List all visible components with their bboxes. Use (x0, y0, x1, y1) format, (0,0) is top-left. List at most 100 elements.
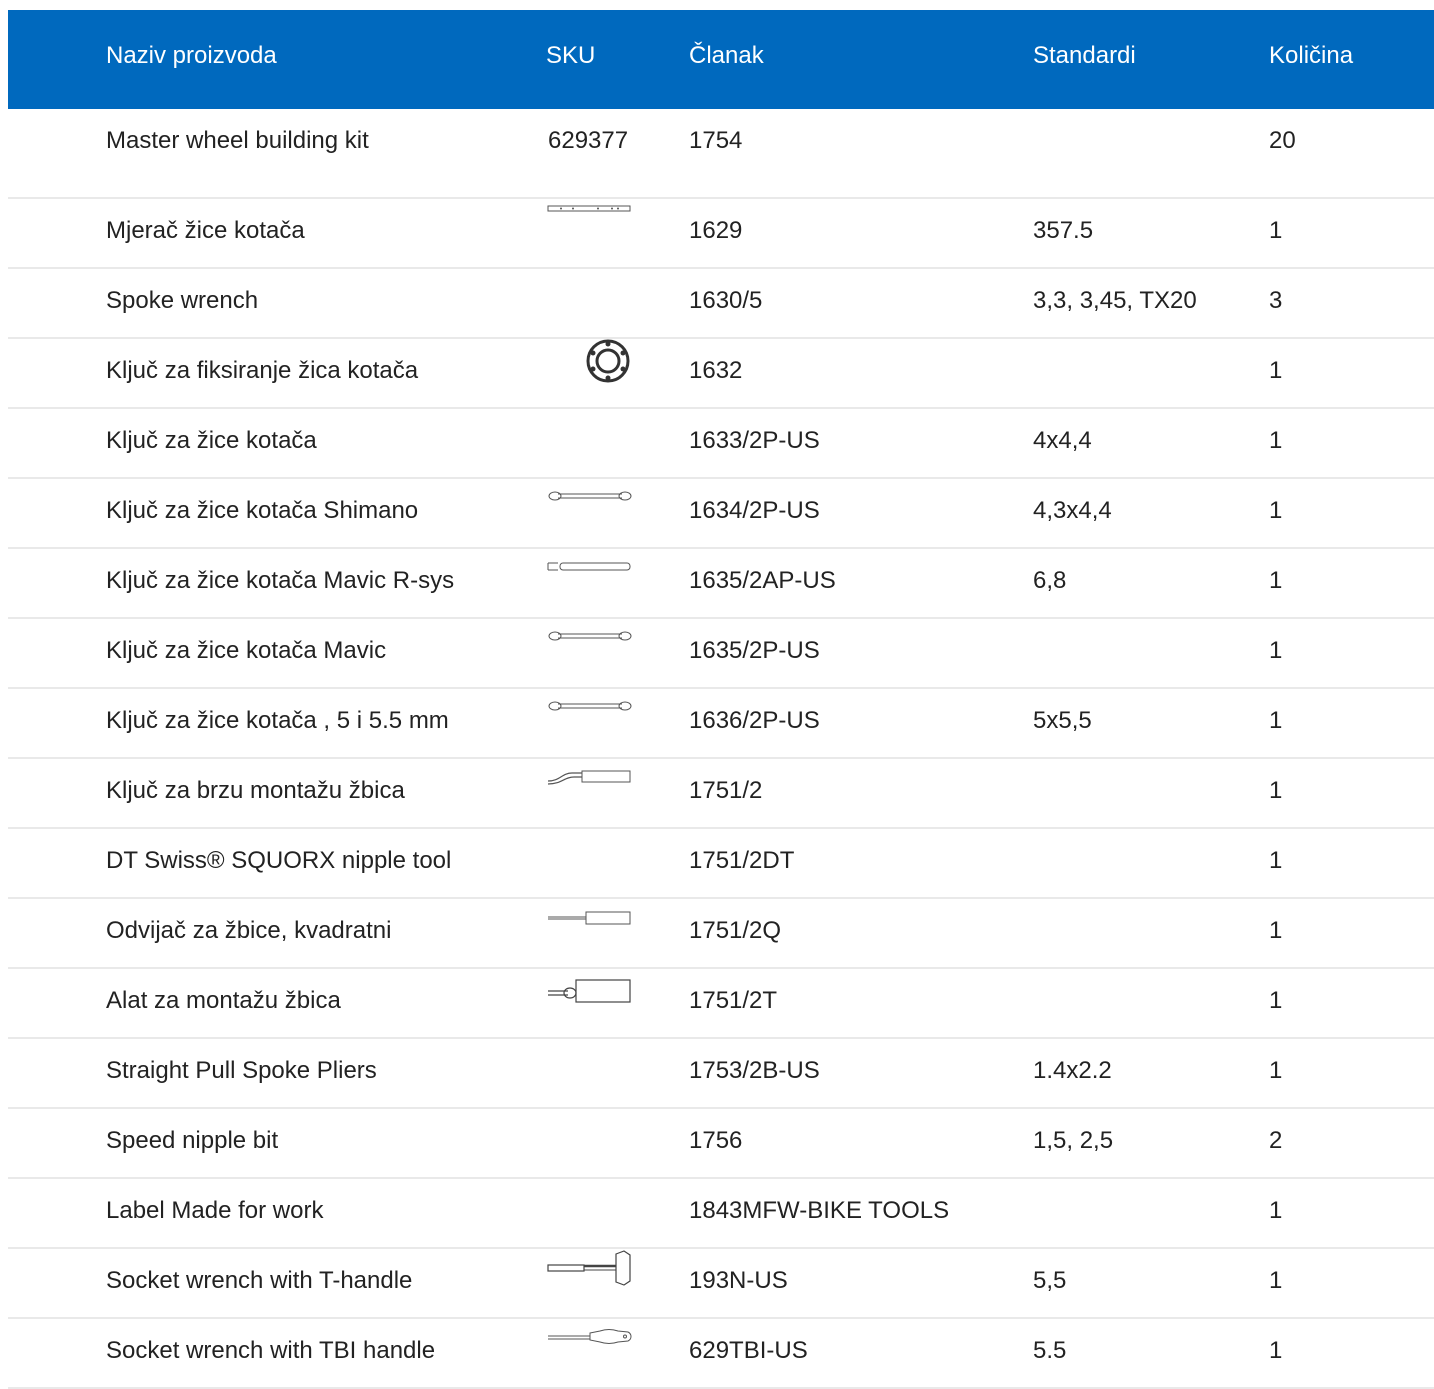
standards-cell: 6,8 (1033, 567, 1067, 594)
qty-cell: 1 (1269, 1197, 1283, 1224)
qty-cell: 1 (1269, 777, 1283, 804)
article-cell: 1632 (689, 357, 743, 384)
table-row[interactable]: Mjerač žice kotača 1629 357.5 1 (8, 199, 1434, 269)
double-wrench-icon (546, 479, 634, 519)
table-row[interactable]: Straight Pull Spoke Pliers 1753/2B-US 1.4x… (8, 1039, 1434, 1109)
qty-cell: 1 (1269, 427, 1283, 454)
qty-cell: 1 (1269, 707, 1283, 734)
article-cell: 1629 (689, 217, 743, 244)
table-row[interactable]: Ključ za fiksiranje žica kotača 1632 1 (8, 339, 1434, 409)
qty-cell: 1 (1269, 567, 1283, 594)
sku-cell: 629377 (548, 127, 629, 154)
table-row[interactable]: Alat za montažu žbica 1751/2T 1 (8, 969, 1434, 1039)
nipple-driver-icon (546, 969, 634, 1009)
product-name-cell[interactable]: Master wheel building kit (106, 127, 369, 155)
table-row[interactable]: Ključ za žice kotača Shimano 1634/2P-US 4,… (8, 479, 1434, 549)
table-row[interactable]: Odvijač za žbice, kvadratni 1751/2Q 1 (8, 899, 1434, 969)
qty-cell: 20 (1269, 127, 1296, 154)
standards-cell: 3,3, 3,45, TX20 (1033, 287, 1197, 314)
header-standards[interactable]: Standardi (1033, 42, 1136, 70)
article-cell: 1635/2AP-US (689, 567, 836, 594)
product-name-cell[interactable]: Label Made for work (106, 1197, 323, 1225)
tbi-handle-wrench-icon (546, 1319, 634, 1359)
product-name-cell[interactable]: DT Swiss® SQUORX nipple tool (106, 847, 451, 875)
product-name-cell[interactable]: Speed nipple bit (106, 1127, 278, 1155)
article-cell: 1751/2T (689, 987, 778, 1014)
table-row[interactable]: Ključ za žice kotača 1633/2P-US 4x4,4 1 (8, 409, 1434, 479)
product-name-cell[interactable]: Alat za montažu žbica (106, 987, 341, 1015)
product-name-cell[interactable]: Straight Pull Spoke Pliers (106, 1057, 377, 1085)
article-cell: 1751/2 (689, 777, 763, 804)
table-row[interactable]: Socket wrench with T-handle 193N-US 5,5 1 (8, 1249, 1434, 1319)
product-name-cell[interactable]: Socket wrench with TBI handle (106, 1337, 435, 1365)
qty-cell: 1 (1269, 1057, 1283, 1084)
article-cell: 1633/2P-US (689, 427, 820, 454)
qty-cell: 1 (1269, 637, 1283, 664)
table-body: Master wheel building kit 629377 1754 20 Mje… (8, 109, 1434, 1389)
product-name-cell[interactable]: Ključ za žice kotača Shimano (106, 497, 418, 525)
header-sku[interactable]: SKU (546, 42, 595, 70)
table-row[interactable]: Ključ za žice kotača Mavic 1635/2P-US 1 (8, 619, 1434, 689)
flat-wrench-icon (546, 549, 634, 589)
table-row[interactable]: DT Swiss® SQUORX nipple tool 1751/2DT 1 (8, 829, 1434, 899)
qty-cell: 1 (1269, 217, 1283, 244)
article-cell: 629TBI-US (689, 1337, 808, 1364)
table-header: Naziv proizvoda SKU Članak Standardi Kol… (8, 10, 1434, 109)
ring-wrench-icon (546, 339, 634, 383)
article-cell: 193N-US (689, 1267, 788, 1294)
standards-cell: 1.4x2.2 (1033, 1057, 1112, 1084)
article-cell: 1634/2P-US (689, 497, 820, 524)
article-cell: 1630/5 (689, 287, 763, 314)
qty-cell: 1 (1269, 1337, 1283, 1364)
product-name-cell[interactable]: Mjerač žice kotača (106, 217, 305, 245)
qty-cell: 1 (1269, 917, 1283, 944)
header-name[interactable]: Naziv proizvoda (106, 42, 277, 70)
table-row[interactable]: Spoke wrench 1630/5 3,3, 3,45, TX20 3 (8, 269, 1434, 339)
product-name-cell[interactable]: Ključ za žice kotača Mavic (106, 637, 386, 665)
qty-cell: 3 (1269, 287, 1283, 314)
product-name-cell[interactable]: Ključ za fiksiranje žica kotača (106, 357, 418, 385)
article-cell: 1756 (689, 1127, 743, 1154)
product-name-cell[interactable]: Odvijač za žbice, kvadratni (106, 917, 391, 945)
article-cell: 1753/2B-US (689, 1057, 820, 1084)
double-wrench-icon (546, 619, 634, 659)
qty-cell: 1 (1269, 497, 1283, 524)
product-table: Naziv proizvoda SKU Članak Standardi Kol… (8, 10, 1434, 1389)
article-cell: 1751/2DT (689, 847, 795, 874)
qty-cell: 2 (1269, 1127, 1283, 1154)
standards-cell: 4,3x4,4 (1033, 497, 1112, 524)
article-cell: 1843MFW-BIKE TOOLS (689, 1197, 950, 1224)
table-row[interactable]: Label Made for work 1843MFW-BIKE TOOLS 1 (8, 1179, 1434, 1249)
standards-cell: 357.5 (1033, 217, 1094, 244)
table-row[interactable]: Ključ za brzu montažu žbica 1751/2 1 (8, 759, 1434, 829)
product-name-cell[interactable]: Ključ za brzu montažu žbica (106, 777, 405, 805)
standards-cell: 5,5 (1033, 1267, 1067, 1294)
article-cell: 1636/2P-US (689, 707, 820, 734)
header-article[interactable]: Članak (689, 42, 764, 70)
standards-cell: 5x5,5 (1033, 707, 1092, 734)
crank-driver-icon (546, 759, 634, 799)
table-row[interactable]: Ključ za žice kotača , 5 i 5.5 mm 1636/2P… (8, 689, 1434, 759)
product-name-cell[interactable]: Ključ za žice kotača , 5 i 5.5 mm (106, 707, 449, 735)
qty-cell: 1 (1269, 987, 1283, 1014)
qty-cell: 1 (1269, 847, 1283, 874)
product-name-cell[interactable]: Spoke wrench (106, 287, 258, 315)
standards-cell: 4x4,4 (1033, 427, 1092, 454)
qty-cell: 1 (1269, 357, 1283, 384)
article-cell: 1754 (689, 127, 743, 154)
screwdriver-icon (546, 899, 634, 939)
product-name-cell[interactable]: Ključ za žice kotača (106, 427, 317, 455)
article-cell: 1751/2Q (689, 917, 782, 944)
table-row[interactable]: Master wheel building kit 629377 1754 20 (8, 109, 1434, 199)
standards-cell: 1,5, 2,5 (1033, 1127, 1114, 1154)
standards-cell: 5.5 (1033, 1337, 1067, 1364)
qty-cell: 1 (1269, 1267, 1283, 1294)
table-row[interactable]: Ključ za žice kotača Mavic R-sys 1635/2AP… (8, 549, 1434, 619)
table-row[interactable]: Speed nipple bit 1756 1,5, 2,5 2 (8, 1109, 1434, 1179)
product-name-cell[interactable]: Socket wrench with T-handle (106, 1267, 412, 1295)
article-cell: 1635/2P-US (689, 637, 820, 664)
t-handle-wrench-icon (546, 1249, 634, 1289)
double-wrench-icon (546, 689, 634, 729)
product-name-cell[interactable]: Ključ za žice kotača Mavic R-sys (106, 567, 454, 595)
header-qty[interactable]: Količina (1269, 42, 1353, 70)
